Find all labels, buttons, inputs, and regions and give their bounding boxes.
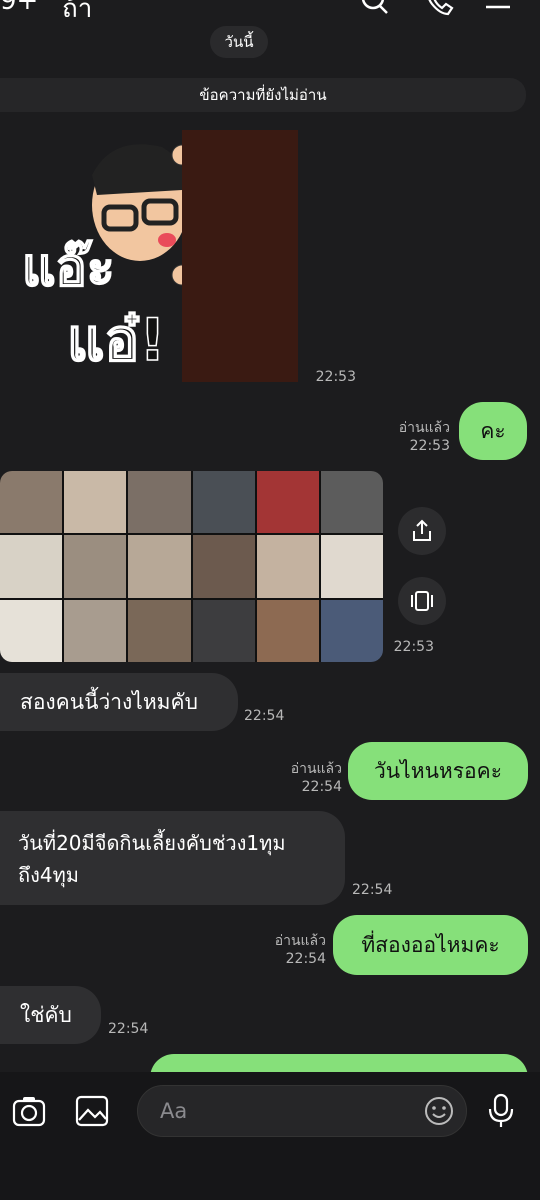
- photo-collage-message[interactable]: [0, 471, 383, 662]
- sticker-image: แอ๊ะ แอ๋!: [21, 144, 193, 375]
- outgoing-bubble[interactable]: วันไหนหรอคะ: [348, 742, 528, 800]
- message-time: 22:54: [108, 1021, 149, 1037]
- outgoing-bubble[interactable]: ที่สองออไหมคะ: [333, 915, 528, 975]
- share-icon: [413, 519, 431, 541]
- message-time: 22:54: [244, 708, 285, 724]
- album-icon: [411, 591, 433, 611]
- message-time: 22:53: [409, 438, 450, 454]
- header-title: ถ้า: [62, 0, 93, 24]
- message-time: 22:54: [352, 882, 393, 898]
- date-separator: วันนี้: [210, 26, 268, 58]
- incoming-bubble[interactable]: สองคนนี้ว่างไหมคับ: [0, 673, 238, 731]
- message-text: ที่สองออไหมคะ: [361, 932, 500, 957]
- top-bar: 9+ ถ้า: [0, 0, 540, 24]
- message-text: ใช่คับ: [20, 1002, 72, 1027]
- read-receipt: อ่านแล้ว: [398, 420, 450, 436]
- phone-icon[interactable]: [424, 0, 454, 22]
- incoming-bubble[interactable]: ใช่คับ: [0, 986, 101, 1044]
- share-button[interactable]: [398, 507, 446, 555]
- input-placeholder: Aa: [160, 1099, 188, 1123]
- mic-icon[interactable]: [487, 1093, 515, 1133]
- search-icon[interactable]: [360, 0, 390, 22]
- svg-text:แอ๊ะ: แอ๊ะ: [22, 238, 115, 298]
- image-icon[interactable]: [75, 1094, 109, 1132]
- message-text: คะ: [480, 418, 506, 443]
- read-receipt: อ่านแล้ว: [274, 933, 326, 949]
- sticker-overlay-block: [182, 130, 298, 382]
- menu-icon[interactable]: [486, 0, 512, 18]
- message-text: วันไหนหรอคะ: [374, 758, 502, 783]
- message-time: 22:53: [315, 369, 356, 385]
- album-button[interactable]: [398, 577, 446, 625]
- message-text: วันที่20มีจีดกินเลี้ยงคับช่วง1ทุม: [18, 831, 286, 855]
- message-text: ถึง4ทุม: [18, 863, 79, 887]
- incoming-bubble[interactable]: วันที่20มีจีดกินเลี้ยงคับช่วง1ทุม ถึง4ทุ…: [0, 811, 345, 905]
- sticker-message[interactable]: แอ๊ะ แอ๋!: [21, 135, 202, 375]
- message-time: 22:54: [285, 951, 326, 967]
- emoji-icon[interactable]: [424, 1096, 454, 1130]
- unread-divider: ข้อความที่ยังไม่อ่าน: [0, 78, 526, 112]
- camera-icon[interactable]: [12, 1094, 46, 1132]
- outgoing-bubble[interactable]: คะ: [459, 402, 527, 460]
- message-time: 22:53: [393, 639, 434, 655]
- back-count[interactable]: 9+: [0, 0, 38, 16]
- message-input[interactable]: Aa: [137, 1085, 467, 1137]
- read-receipt: อ่านแล้ว: [290, 761, 342, 777]
- message-text: สองคนนี้ว่างไหมคับ: [20, 689, 198, 714]
- message-time: 22:54: [301, 779, 342, 795]
- svg-text:แอ๋!: แอ๋!: [67, 306, 166, 374]
